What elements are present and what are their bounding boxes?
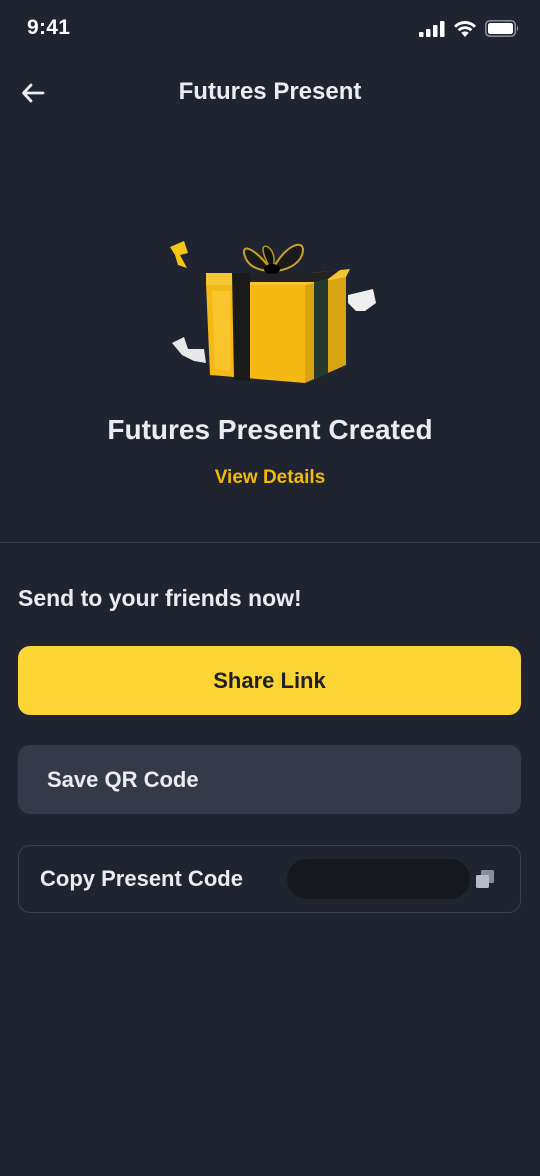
copy-present-code-button[interactable]: Copy Present Code [18,845,521,913]
status-time: 9:41 [27,16,71,39]
copy-present-code-label: Copy Present Code [40,866,243,891]
status-icons [419,20,520,37]
wifi-icon [454,21,476,37]
header: Futures Present [0,62,540,124]
status-bar: 9:41 [0,0,540,62]
save-qr-code-label: Save QR Code [47,766,199,792]
hero-section [0,225,540,395]
present-code-value-redacted [287,859,470,899]
page-title: Futures Present [178,78,362,105]
share-link-button[interactable]: Share Link [18,646,521,715]
section-divider [0,542,540,543]
view-details-link[interactable]: View Details [215,467,326,489]
battery-icon [485,20,519,37]
copy-icon[interactable] [476,870,494,888]
share-link-label: Share Link [213,667,326,693]
present-created-title: Futures Present Created [107,414,433,445]
gift-box-icon [170,241,376,383]
cellular-signal-icon [419,20,445,37]
send-section-title: Send to your friends now! [18,585,302,611]
save-qr-code-button[interactable]: Save QR Code [18,745,521,814]
